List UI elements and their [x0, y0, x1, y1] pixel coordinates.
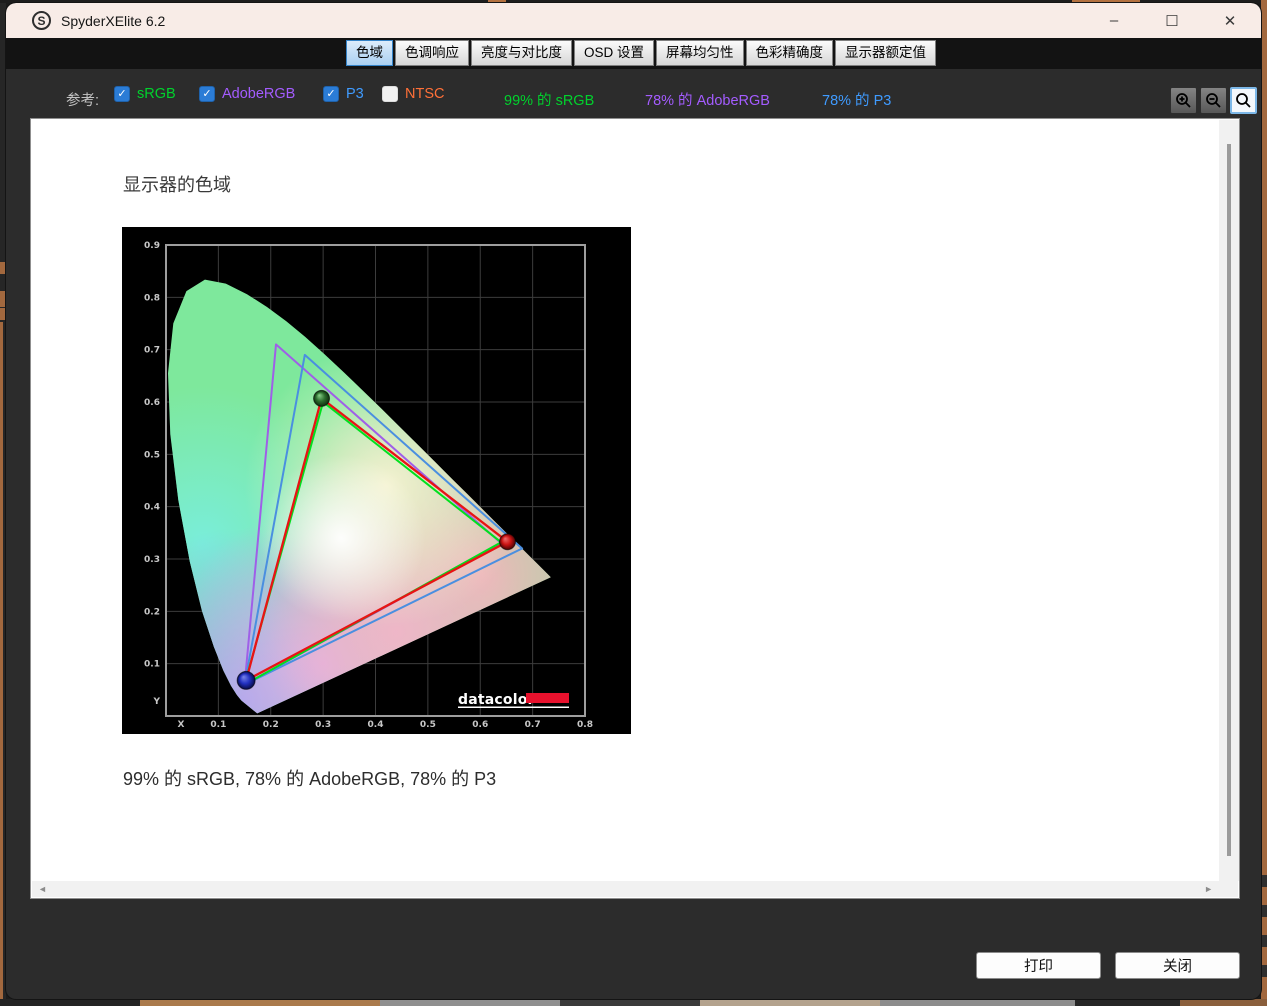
background-sliver-bottom: [700, 999, 880, 1006]
checkbox-label-NTSC: NTSC: [405, 86, 445, 102]
svg-text:0.1: 0.1: [210, 720, 226, 730]
cie-chromaticity-chart: 0.1 0.2 0.3 0.4 0.5 0.6 0.7 0.8 X 0.1 0.2 0.3 0.4 0.5…: [122, 227, 631, 734]
reference-option-NTSC: NTSC: [382, 86, 444, 102]
blue-primary-marker: [236, 670, 256, 690]
reference-option-sRGB: ✓ sRGB: [114, 86, 176, 102]
background-sliver-left-accent: [0, 291, 5, 307]
horizontal-scrollbar[interactable]: ◄ ►: [32, 881, 1219, 897]
reference-option-AdobeRGB: ✓ AdobeRGB: [199, 86, 295, 102]
tab-2[interactable]: 色调响应: [395, 40, 469, 66]
background-sliver-right-dash: [1261, 905, 1267, 917]
background-sliver-bottom: [1180, 999, 1267, 1006]
zoom-out-icon: [1206, 93, 1221, 108]
svg-text:0.9: 0.9: [144, 241, 160, 251]
background-sliver-right-dash: [1261, 965, 1267, 977]
report-heading: 显示器的色域: [123, 175, 231, 195]
titlebar[interactable]: S SpyderXElite 6.2 – ☐ ✕: [6, 3, 1261, 38]
checkbox-label-AdobeRGB: AdobeRGB: [222, 86, 296, 102]
vertical-scrollbar-thumb[interactable]: [1227, 144, 1231, 856]
checkbox-P3[interactable]: ✓: [323, 86, 339, 102]
background-sliver-left-accent: [0, 262, 5, 274]
svg-text:0.5: 0.5: [420, 720, 436, 730]
close-window-button[interactable]: ✕: [1201, 3, 1259, 38]
svg-text:X: X: [178, 720, 185, 730]
vertical-scrollbar[interactable]: [1219, 120, 1239, 881]
desktop-background: S SpyderXElite 6.2 – ☐ ✕ 色域 色调响应 亮度与对比度 OSD…: [0, 0, 1267, 1006]
print-button[interactable]: 打印: [976, 952, 1101, 979]
svg-text:0.7: 0.7: [525, 720, 541, 730]
report-panel: 显示器的色域 0.1 0.2 0.3 0.4 0.5 0.6 0.7 0.8 X 0.1 0.2 0.…: [30, 118, 1240, 899]
app-window: S SpyderXElite 6.2 – ☐ ✕ 色域 色调响应 亮度与对比度 OSD…: [6, 3, 1261, 999]
coverage-result-1: 99% 的 sRGB: [504, 93, 595, 109]
minimize-button[interactable]: –: [1085, 3, 1143, 38]
scroll-right-arrow-icon[interactable]: ►: [1204, 884, 1213, 894]
zoom-in-button[interactable]: [1170, 87, 1197, 114]
window-title: SpyderXElite 6.2: [61, 12, 166, 29]
red-primary-marker: [498, 533, 516, 551]
svg-text:0.3: 0.3: [144, 555, 160, 565]
svg-text:0.1: 0.1: [144, 660, 160, 670]
background-sliver-bottom: [0, 999, 140, 1006]
svg-text:datacolor: datacolor: [458, 692, 535, 708]
background-sliver-right: [1261, 0, 1267, 1006]
svg-text:0.3: 0.3: [315, 720, 331, 730]
background-sliver-bottom: [1075, 999, 1180, 1006]
close-dialog-button[interactable]: 关闭: [1115, 952, 1240, 979]
svg-text:0.2: 0.2: [263, 720, 279, 730]
svg-text:0.6: 0.6: [144, 398, 160, 408]
background-sliver-right-dash: [1261, 875, 1267, 887]
checkbox-NTSC[interactable]: [382, 86, 398, 102]
svg-text:0.4: 0.4: [368, 720, 384, 730]
tab-bar: 色域 色调响应 亮度与对比度 OSD 设置 屏幕均匀性 色彩精确度 显示器额定值: [6, 38, 1261, 69]
svg-text:0.4: 0.4: [144, 503, 160, 513]
background-sliver-right-dash: [1261, 935, 1267, 947]
green-primary-marker: [313, 389, 331, 407]
tab-4[interactable]: OSD 设置: [574, 40, 655, 66]
scroll-left-arrow-icon[interactable]: ◄: [38, 884, 47, 894]
checkbox-AdobeRGB[interactable]: ✓: [199, 86, 215, 102]
background-sliver-left-accent: [0, 322, 3, 999]
spyder-logo-icon: S: [32, 11, 51, 30]
zoom-fit-icon: [1236, 93, 1251, 108]
tab-7[interactable]: 显示器额定值: [835, 40, 937, 66]
zoom-in-icon: [1176, 93, 1191, 108]
zoom-fit-button[interactable]: [1230, 87, 1257, 114]
zoom-out-button[interactable]: [1200, 87, 1227, 114]
svg-text:0.7: 0.7: [144, 346, 160, 356]
checkbox-label-P3: P3: [346, 86, 364, 102]
checkbox-label-sRGB: sRGB: [137, 86, 176, 102]
background-sliver-bottom: [380, 999, 560, 1006]
tab-5[interactable]: 屏幕均匀性: [656, 40, 744, 66]
coverage-result-3: 78% 的 P3: [822, 93, 892, 109]
checkbox-sRGB[interactable]: ✓: [114, 86, 130, 102]
svg-text:0.8: 0.8: [144, 293, 160, 303]
svg-text:0.6: 0.6: [472, 720, 488, 730]
gamut-summary-text: 99% 的 sRGB, 78% 的 AdobeRGB, 78% 的 P3: [123, 769, 497, 789]
background-sliver-bottom: [140, 999, 380, 1006]
background-sliver-bottom: [880, 999, 1075, 1006]
background-sliver-left-accent: [0, 308, 5, 320]
svg-text:Y: Y: [152, 697, 160, 707]
tab-3[interactable]: 亮度与对比度: [471, 40, 572, 66]
window-controls: – ☐ ✕: [1085, 3, 1259, 38]
svg-text:0.2: 0.2: [144, 607, 160, 617]
scrollbar-corner: [1218, 881, 1238, 897]
reference-option-P3: ✓ P3: [323, 86, 364, 102]
svg-text:0.5: 0.5: [144, 450, 160, 460]
reference-label: 参考:: [66, 93, 100, 109]
background-sliver-bottom: [560, 999, 700, 1006]
maximize-button[interactable]: ☐: [1143, 3, 1201, 38]
cie-diagram-svg: 0.1 0.2 0.3 0.4 0.5 0.6 0.7 0.8 X 0.1 0.2 0.3 0.4 0.5…: [122, 227, 631, 734]
tab-6[interactable]: 色彩精确度: [745, 40, 834, 66]
tab-1[interactable]: 色域: [346, 40, 393, 66]
coverage-result-2: 78% 的 AdobeRGB: [645, 93, 770, 109]
svg-text:0.8: 0.8: [577, 720, 593, 730]
